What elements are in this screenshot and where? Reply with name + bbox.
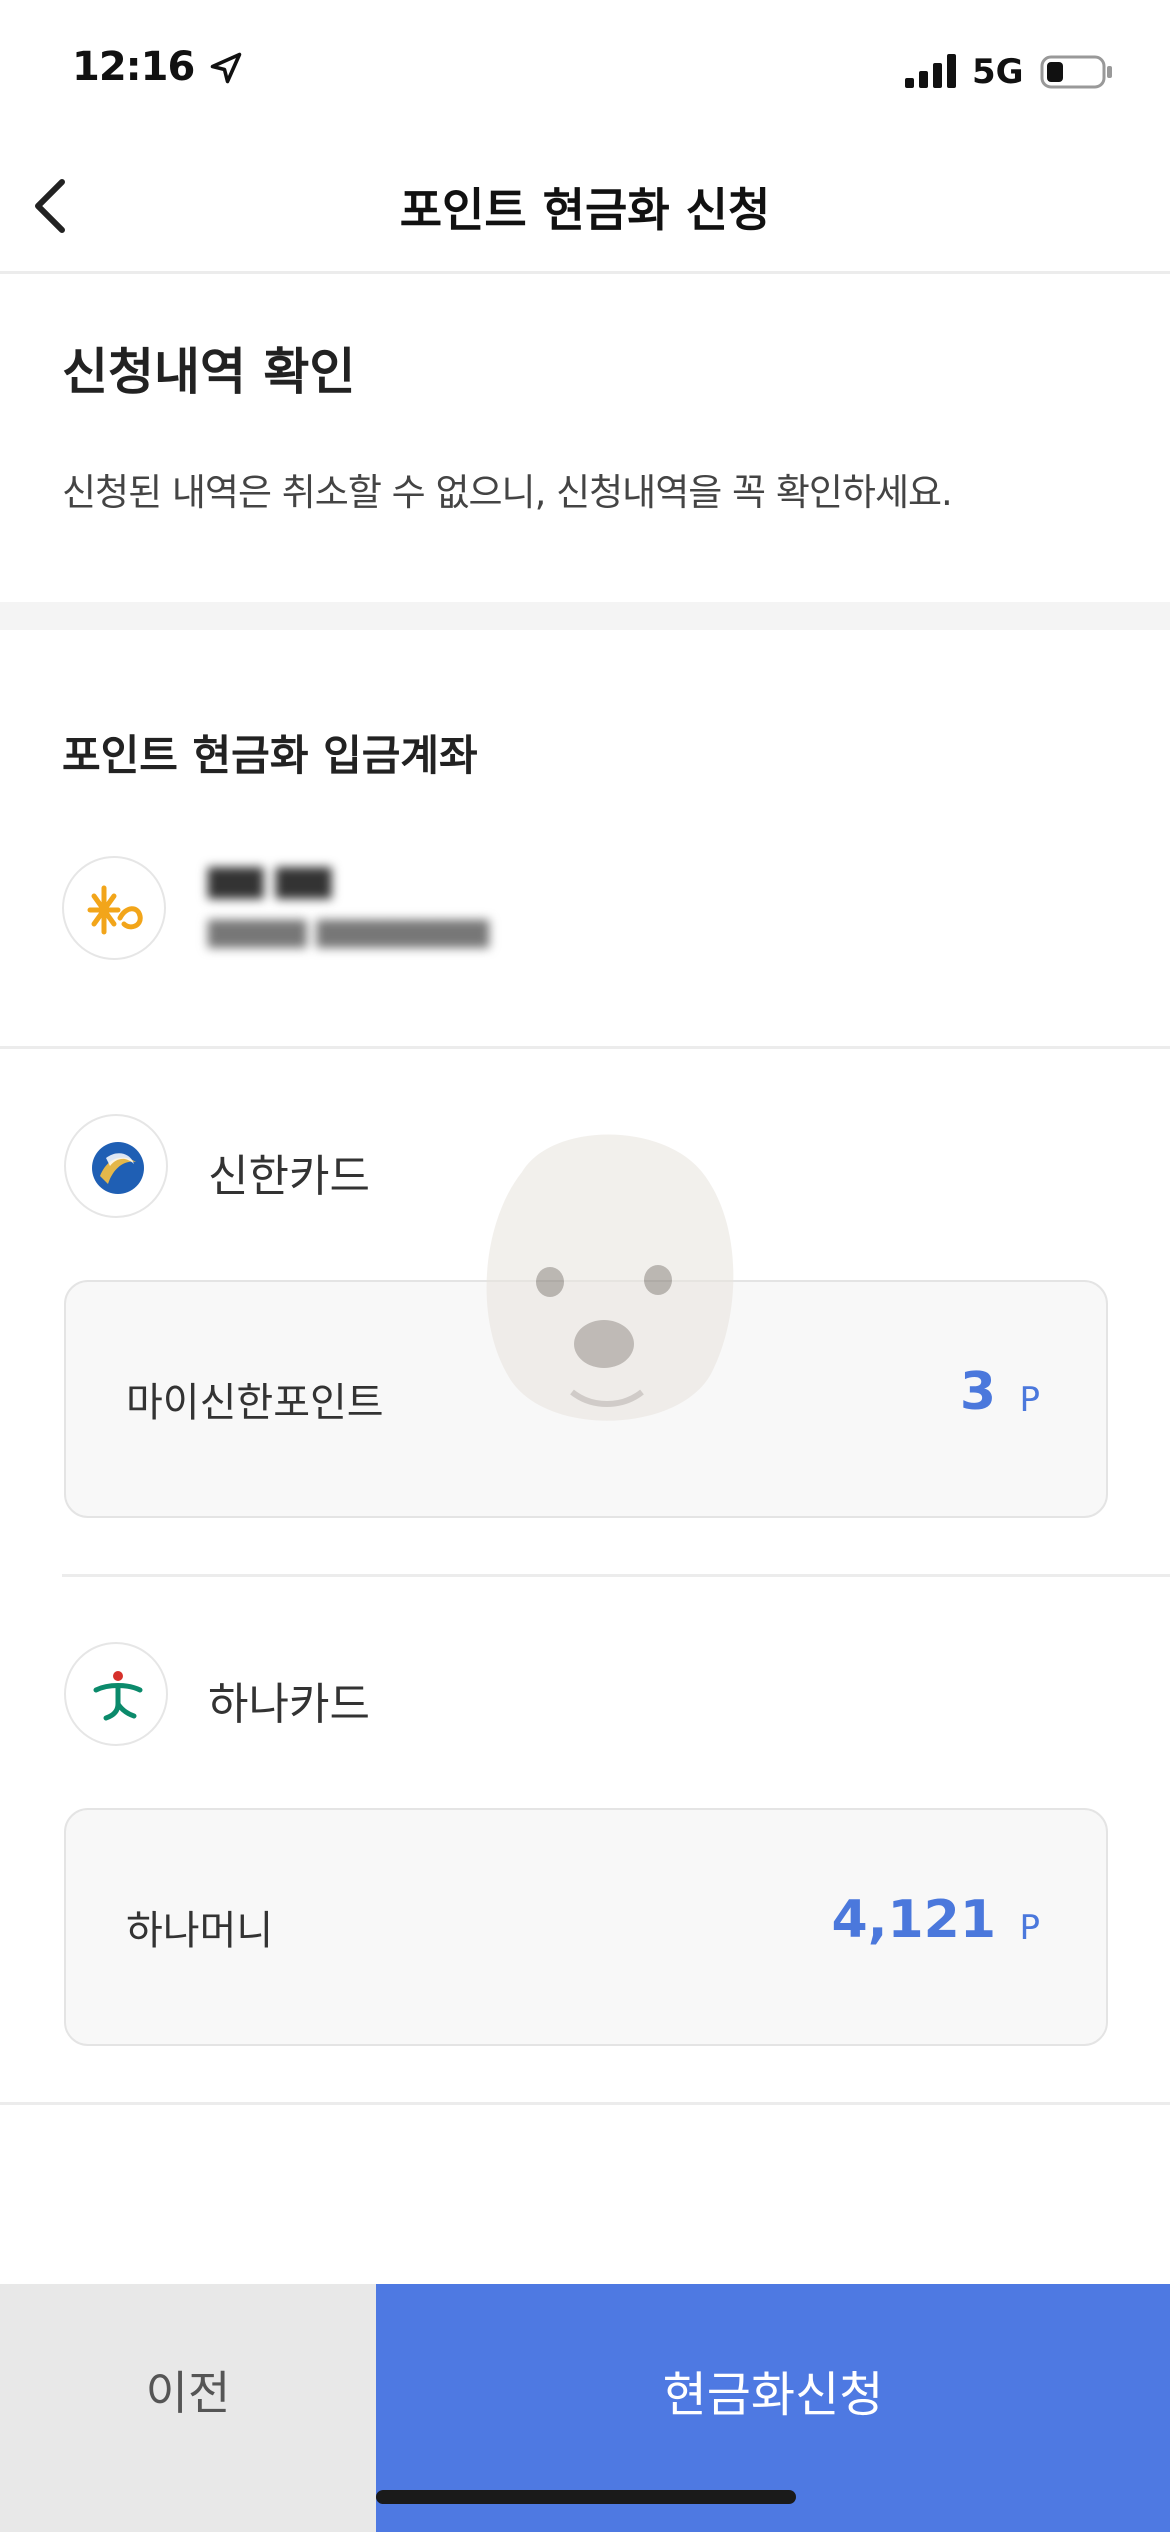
battery-icon: [1040, 55, 1112, 89]
card-name-hana: 하나카드: [208, 1679, 370, 1730]
bank-name-masked: ▆▆ ▆▆: [208, 858, 332, 899]
hana-logo: [64, 1642, 168, 1746]
divider: [0, 1046, 1170, 1049]
deposit-account-title: 포인트 현금화 입금계좌: [62, 731, 478, 780]
page-title: 포인트 현금화 신청: [399, 183, 771, 237]
hana-logo-icon: [93, 1671, 143, 1721]
point-label: 마이신한포인트: [126, 1380, 384, 1426]
point-value: 4,121: [831, 1890, 996, 1950]
status-bar: 12:16 5G: [0, 0, 1170, 140]
home-indicator: [376, 2490, 796, 2504]
network-label: 5G: [972, 52, 1024, 92]
section-separator: [0, 602, 1170, 630]
point-value: 3: [959, 1362, 996, 1422]
point-box-hana: 하나머니 4,121 P: [64, 1808, 1108, 2046]
shinhan-logo: [64, 1114, 168, 1218]
confirm-description: 신청된 내역은 취소할 수 없으니, 신청내역을 꼭 확인하세요.: [62, 471, 953, 514]
dog-photo-overlay: [486, 1134, 734, 1421]
confirm-section-title: 신청내역 확인: [62, 343, 356, 401]
divider: [62, 1574, 1170, 1577]
signal-bars-icon: [905, 54, 956, 88]
status-time: 12:16: [72, 44, 195, 90]
account-number-masked: ▆▆▆▆ ▆▆▆▆▆▆▆: [208, 910, 489, 948]
point-label: 하나머니: [126, 1908, 274, 1954]
bank-logo: [62, 856, 166, 960]
location-arrow-icon: [210, 52, 242, 84]
prev-button[interactable]: 이전: [0, 2284, 376, 2532]
shinhan-logo-icon: [92, 1142, 144, 1194]
point-unit: P: [1019, 1908, 1040, 1948]
top-nav-bar: 포인트 현금화 신청: [0, 140, 1170, 274]
bank-logo-icon: [87, 885, 143, 935]
point-unit: P: [1019, 1380, 1040, 1420]
card-name-shinhan: 신한카드: [208, 1151, 370, 1202]
divider: [0, 2102, 1170, 2105]
